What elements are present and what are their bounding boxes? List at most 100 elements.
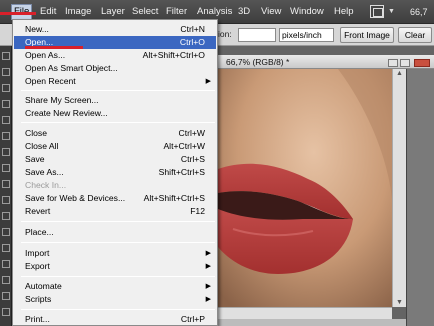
status-bar [218,319,406,326]
menu-analysis[interactable]: Analysis [195,4,234,20]
marquee-tool-icon[interactable] [2,68,10,76]
menu-item-shortcut: F12 [190,206,205,216]
menu-item-label: Open Recent [25,76,76,86]
menu-filter[interactable]: Filter [164,4,189,20]
close-icon[interactable] [414,59,430,67]
units-select[interactable]: pixels/inch [279,28,334,42]
menu-item-open-as[interactable]: Open As... Alt+Shift+Ctrl+O [14,49,216,62]
eyedropper-tool-icon[interactable] [2,132,10,140]
menu-item-label: Save [25,154,45,164]
menu-item-label: Export [25,261,50,271]
menu-3d[interactable]: 3D [236,4,252,20]
menu-separator [21,276,215,277]
horizontal-scrollbar[interactable] [218,307,392,319]
menu-item-import[interactable]: Import ▶ [14,247,216,260]
menu-item-shortcut: Ctrl+W [178,128,206,138]
menu-item-shortcut: Alt+Shift+Ctrl+S [143,193,205,203]
quick-select-tool-icon[interactable] [2,100,10,108]
menu-separator [21,242,215,243]
resolution-input[interactable] [238,28,276,42]
annotation-underline-open [25,46,83,49]
menu-item-shortcut: Alt+Ctrl+W [163,141,205,151]
screen-mode-icon[interactable] [370,5,384,18]
lasso-tool-icon[interactable] [2,84,10,92]
gradient-tool-icon[interactable] [2,228,10,236]
menu-item-print[interactable]: Print... Ctrl+P [14,313,216,326]
pen-tool-icon[interactable] [2,276,10,284]
menu-separator [21,122,215,123]
menu-item-label: Check In... [25,180,67,190]
menu-window[interactable]: Window [288,4,326,20]
submenu-arrow-icon: ▶ [205,296,211,303]
vertical-scrollbar[interactable] [392,69,406,307]
menu-item-shortcut: Ctrl+S [180,154,205,164]
clear-button[interactable]: Clear [398,27,432,43]
menu-item-label: Create New Review... [25,108,108,118]
path-select-tool-icon[interactable] [2,308,10,316]
healing-tool-icon[interactable] [2,148,10,156]
menu-item-label: Open As Smart Object... [25,63,118,73]
menu-item-close-all[interactable]: Close All Alt+Ctrl+W [14,140,216,153]
menu-item-label: Revert [25,206,51,216]
menu-item-open-recent[interactable]: Open Recent ▶ [14,75,216,88]
menu-image[interactable]: Image [63,4,93,20]
front-image-button[interactable]: Front Image [340,27,394,43]
menu-item-label: Save As... [25,167,64,177]
menu-item-open-as-smart-object[interactable]: Open As Smart Object... [14,62,216,75]
menu-separator [21,309,215,310]
menu-item-shortcut: Ctrl+O [179,37,205,47]
eraser-tool-icon[interactable] [2,212,10,220]
menu-item-label: Scripts [25,294,52,304]
maximize-icon[interactable] [400,59,410,67]
menu-separator [21,221,215,222]
menu-item-new[interactable]: New... Ctrl+N [14,23,216,36]
tools-panel [0,46,12,326]
menu-item-check-in: Check In... [14,179,216,192]
menu-item-create-new-review[interactable]: Create New Review... [14,107,216,120]
menu-item-save-as[interactable]: Save As... Shift+Ctrl+S [14,166,216,179]
menu-item-automate[interactable]: Automate ▶ [14,280,216,293]
move-tool-icon[interactable] [2,52,10,60]
menu-layer[interactable]: Layer [99,4,127,20]
menu-item-shortcut: Ctrl+P [180,314,205,324]
menu-item-label: Place... [25,227,54,237]
document-canvas-image[interactable] [218,69,392,307]
menu-item-label: New... [25,24,49,34]
dodge-tool-icon[interactable] [2,260,10,268]
menu-item-shortcut: Alt+Shift+Ctrl+O [142,50,205,60]
brush-tool-icon[interactable] [2,164,10,172]
menu-item-label: Close [25,128,47,138]
zoom-level[interactable]: 66,7 [410,7,428,17]
menu-item-label: Share My Screen... [25,95,99,105]
resolution-label: ion: [218,29,232,39]
menu-help[interactable]: Help [332,4,356,20]
menu-item-scripts[interactable]: Scripts ▶ [14,293,216,306]
menu-view[interactable]: View [259,4,283,20]
panel-dock [406,69,434,326]
menu-item-label: Save for Web & Devices... [25,193,126,203]
annotation-underline-file [0,12,36,15]
chevron-down-icon[interactable]: ▼ [388,8,395,15]
type-tool-icon[interactable] [2,292,10,300]
menu-item-shortcut: Shift+Ctrl+S [158,167,205,177]
menu-item-save[interactable]: Save Ctrl+S [14,153,216,166]
stamp-tool-icon[interactable] [2,180,10,188]
menu-item-place[interactable]: Place... [14,226,216,239]
menu-select[interactable]: Select [130,4,160,20]
menu-item-label: Import [25,248,50,258]
minimize-icon[interactable] [388,59,398,67]
menu-item-label: Automate [25,281,62,291]
menu-item-export[interactable]: Export ▶ [14,260,216,273]
submenu-arrow-icon: ▶ [205,283,211,290]
history-brush-tool-icon[interactable] [2,196,10,204]
crop-tool-icon[interactable] [2,116,10,124]
menu-item-share-my-screen[interactable]: Share My Screen... [14,94,216,107]
blur-tool-icon[interactable] [2,244,10,252]
menu-item-save-for-web[interactable]: Save for Web & Devices... Alt+Shift+Ctrl… [14,192,216,205]
menu-item-close[interactable]: Close Ctrl+W [14,127,216,140]
menu-edit[interactable]: Edit [38,4,58,20]
submenu-arrow-icon: ▶ [205,263,211,270]
menu-item-revert[interactable]: Revert F12 [14,205,216,218]
submenu-arrow-icon: ▶ [205,78,211,85]
menu-item-label: Open As... [25,50,66,60]
